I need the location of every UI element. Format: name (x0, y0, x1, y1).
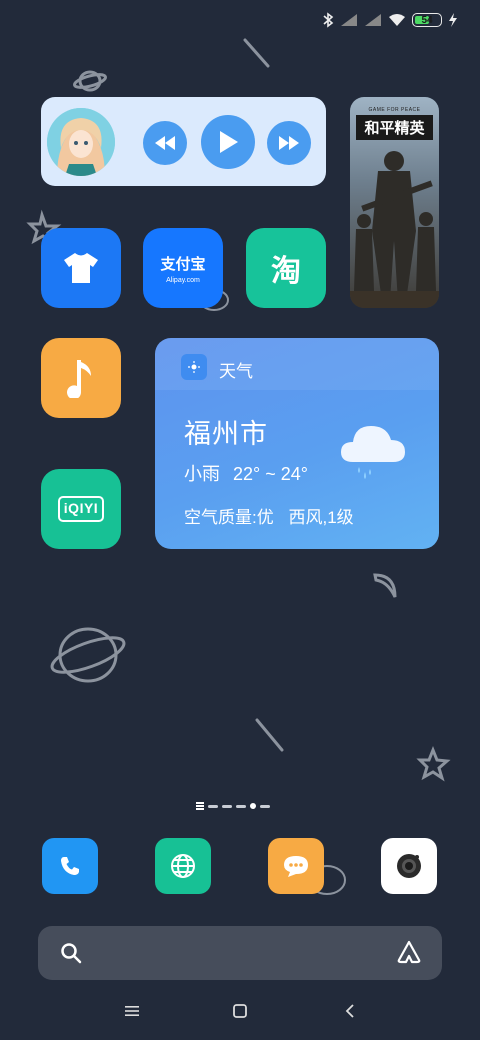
assistant-icon[interactable] (396, 940, 422, 964)
weather-wind: 西风,1级 (288, 508, 354, 527)
play-icon (220, 131, 238, 153)
rewind-icon (155, 136, 175, 150)
iqiyi-logo-text: iQIYI (63, 500, 99, 516)
search-icon[interactable] (60, 942, 82, 964)
nav-back-button[interactable] (335, 1000, 365, 1022)
game-tag: GAME FOR PEACE (368, 107, 421, 113)
game-artwork (350, 151, 439, 308)
dock-camera[interactable] (381, 838, 437, 894)
game-title: 和平精英 (356, 115, 433, 140)
game-widget[interactable]: GAME FOR PEACE 和平精英 (350, 97, 439, 308)
camera-icon (397, 854, 421, 878)
chat-bubble-icon (284, 856, 308, 877)
page-dot (208, 804, 218, 808)
sun-icon (188, 361, 200, 373)
page-dot (260, 804, 270, 808)
nav-home-button[interactable] (225, 1000, 255, 1022)
phone-icon (61, 857, 79, 875)
rewind-button[interactable] (143, 121, 187, 165)
dock-messages[interactable] (268, 838, 324, 894)
app-music[interactable] (41, 338, 121, 418)
menu-icon (125, 1006, 139, 1016)
alipay-sub-text: Alipay.com (166, 276, 200, 284)
app-iqiyi[interactable]: iQIYI (41, 469, 121, 549)
album-art (47, 108, 115, 176)
fast-forward-icon (279, 136, 299, 150)
weather-air-quality: 空气质量:优 (184, 508, 274, 527)
app-alipay[interactable]: 支付宝 Alipay.com (143, 228, 223, 308)
globe-icon (171, 854, 195, 878)
dock-browser[interactable] (155, 838, 211, 894)
weather-temperature: 22° ~ 24° (233, 464, 308, 484)
play-button[interactable] (201, 115, 255, 169)
page-dot-active (250, 803, 256, 809)
alipay-logo-text: 支付宝 (160, 255, 206, 273)
iqiyi-logo: iQIYI (57, 496, 105, 522)
page-list-icon (196, 802, 204, 810)
weather-title: 天气 (219, 362, 253, 381)
page-dot (236, 804, 246, 808)
search-bar[interactable] (38, 926, 442, 980)
weather-app-icon (181, 354, 207, 380)
home-icon (233, 1004, 247, 1018)
page-dot (222, 804, 232, 808)
nav-menu-button[interactable] (117, 1000, 147, 1022)
weather-widget[interactable]: 天气 福州市 小雨 22° ~ 24° 空气质量:优 西风,1级 (155, 338, 439, 549)
weather-condition-line: 小雨 22° ~ 24° (184, 460, 308, 486)
app-taobao[interactable]: 淘 (246, 228, 326, 308)
weather-air-line: 空气质量:优 西风,1级 (184, 503, 354, 528)
weather-condition: 小雨 (184, 464, 220, 484)
app-theme[interactable] (41, 228, 121, 308)
rain-cloud-icon (341, 426, 405, 479)
fast-forward-button[interactable] (267, 121, 311, 165)
taobao-logo-text: 淘 (271, 255, 301, 288)
page-indicator[interactable] (196, 802, 270, 810)
music-note-icon (67, 360, 91, 398)
dock-phone[interactable] (42, 838, 98, 894)
back-icon (345, 1004, 354, 1018)
tshirt-icon (64, 253, 98, 283)
music-widget[interactable] (41, 97, 326, 186)
weather-city: 福州市 (184, 419, 268, 449)
